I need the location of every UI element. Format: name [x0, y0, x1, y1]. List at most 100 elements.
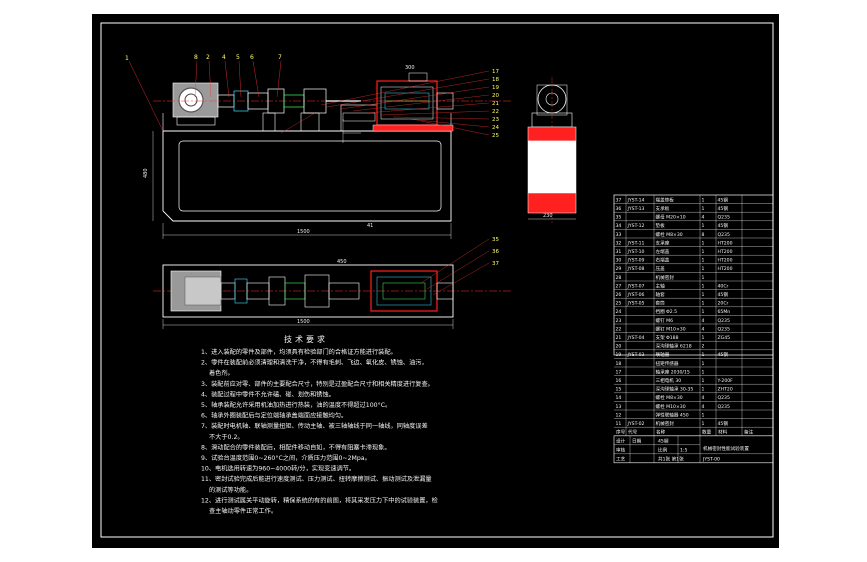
note-line: 5、轴承装配允许采用机油加热进行热装，油的温度不得超过100°C。: [201, 401, 391, 409]
note-line: 2、零件在装配前必须清理和清洗干净，不得有毛刺、飞边、氧化皮、锈蚀、油污，: [201, 359, 428, 367]
plan-view: 1500 450 35 36 37: [153, 237, 511, 329]
bom-cell: 1: [702, 240, 705, 246]
bom-cell: 45钢: [718, 205, 729, 212]
bom-cell: 右端盖: [656, 257, 670, 264]
balloon-7: 7: [278, 54, 282, 61]
bom-cell: 1: [702, 266, 705, 272]
bom-cell: 30: [616, 258, 622, 264]
bom-cell: 45钢: [718, 351, 729, 358]
bom-cell: 20: [616, 344, 622, 350]
drawing-title: 机械密封性能试验装置: [703, 445, 749, 452]
bom-cell: 45钢: [718, 222, 729, 229]
balloon-8: 8: [194, 54, 198, 61]
bom-cell: 24: [616, 309, 622, 315]
bom-cell: 1: [702, 421, 705, 427]
note-line: 12、进行测试属关平动旋转，精保系统的有的前图，将其采发压力下中的试验装置，检: [201, 496, 438, 504]
bom-cell: 螺栓 M10×30: [656, 403, 686, 410]
balloon-18: 18: [492, 77, 499, 83]
title-design-label: 设计: [616, 437, 626, 444]
bom-cell: 轴承座 2030/15: [656, 368, 690, 375]
front-view: 1500 480 41 300: [143, 65, 511, 239]
bom-cell: 15: [616, 387, 622, 393]
bom-cell: 垫板: [656, 222, 666, 229]
front-offset-dim: 41: [367, 223, 373, 229]
bom-cell: 14: [616, 395, 622, 401]
bom-cell: JYST-04: [627, 335, 645, 341]
bom-cell: JYST-07: [627, 283, 645, 289]
bom-cell: ZHT20: [718, 387, 733, 393]
bom-cell: JYST-03: [627, 352, 645, 358]
bom-cell: 40Cr: [718, 283, 729, 289]
bom-cell: 左端盖: [656, 248, 670, 255]
bom-cell: 18: [616, 361, 622, 367]
bom-header-cell: 代号: [628, 429, 638, 436]
front-seg-dim: 300: [405, 65, 415, 71]
bom-cell: HT200: [718, 266, 733, 272]
bom-cell: 1: [702, 283, 705, 289]
balloon-5: 5: [236, 54, 240, 61]
bom-cell: 端盖垫板: [656, 196, 675, 203]
note-line: 查主轴动零件正常工作。: [209, 507, 277, 515]
bom-header-cell: 名称: [656, 429, 666, 436]
bom-cell: 1: [702, 275, 705, 281]
note-line: 1、进入装配的零件及部件，均须具有检验部门的合格证方能进行装配。: [201, 348, 397, 356]
front-length-dim: 1500: [297, 229, 310, 235]
bom-cell: 深沟球轴承 30-35: [656, 386, 694, 393]
balloon-4: 4: [222, 54, 226, 61]
bom-cell: 1: [702, 309, 705, 315]
bom-header-cell: 序号: [616, 429, 626, 436]
plan-length-dim: 1500: [297, 319, 310, 325]
bom-cell: 1: [702, 301, 705, 307]
bom-cell: 2: [702, 344, 705, 350]
bom-cell: 35: [616, 215, 622, 221]
bom-cell: 1: [702, 223, 705, 229]
technical-notes: 技术要求 1、进入装配的零件及部件，均须具有检验部门的合格证方能进行装配。 2、零…: [201, 334, 438, 515]
bom-cell: 13: [616, 404, 622, 410]
base-frame-outline: [162, 130, 452, 222]
note-line: 9、试验台温度范围0~260°C之间，介质压力范围0~2Mpa。: [201, 454, 371, 462]
balloon-37: 37: [492, 261, 499, 267]
bom-cell: 27: [616, 283, 622, 289]
bom-cell: 28: [616, 275, 622, 281]
bom-cell: 4: [702, 395, 705, 401]
bom-cell: Q235: [718, 395, 730, 401]
note-line: 着色剂。: [209, 369, 234, 377]
bom-cell: JYST-11: [627, 240, 645, 246]
balloon-36: 36: [492, 249, 499, 255]
balloon-35: 35: [492, 237, 499, 243]
bom-cell: 11: [616, 421, 622, 427]
bom-cell: JYST-14: [627, 197, 645, 203]
bom-cell: 17: [616, 369, 622, 375]
drawing-sheet: 1500 480 41 300 1 8 2 4 5 6 7 17 18 19 2…: [91, 13, 780, 549]
balloon-1: 1: [125, 55, 129, 62]
bom-cell: 1: [702, 387, 705, 393]
bom-cell: 32: [616, 240, 622, 246]
bom-table: 37 JYST-14 端盖垫板 1 45钢 36 JYST-13 支承板 1 45钢 35 螺母 M2…: [613, 194, 774, 464]
bom-cell: JYST-09: [627, 258, 645, 264]
bom-header-cell: 数量: [702, 429, 712, 436]
bom-cell: HT200: [718, 249, 733, 255]
bom-cell: Q235: [718, 318, 730, 324]
bom-cell: 23: [616, 318, 622, 324]
bom-cell: 25: [616, 301, 622, 307]
balloon-17: 17: [492, 69, 499, 75]
bom-cell: 机械密封: [656, 274, 675, 281]
title-scale-label: 比例: [658, 446, 668, 453]
bom-cell: 主轴: [656, 282, 666, 289]
note-line: 6、轴承外圈装配后与定位端轴承盖端面应接触均匀。: [201, 412, 347, 420]
bom-cell: 螺栓 M8×30: [656, 231, 683, 238]
bom-cell: Q235: [718, 404, 730, 410]
bom-cell: 弹性联轴器 450: [656, 411, 689, 418]
bom-cell: 1: [702, 361, 705, 367]
bom-cell: 1: [702, 369, 705, 375]
drawing-number: JYST-00: [702, 456, 720, 462]
side-base-red: [527, 126, 577, 142]
bom-cell: Q235: [718, 232, 730, 238]
bom-cell: 37: [616, 197, 622, 203]
bom-cell: 支承座: [656, 239, 670, 246]
note-line: 不大于0.2。: [209, 433, 244, 441]
bom-cell: ZG45: [718, 335, 731, 341]
bom-cell: 螺母 M20×10: [656, 214, 686, 221]
base-frame-window: [178, 140, 442, 212]
notes-title: 技术要求: [284, 334, 328, 344]
